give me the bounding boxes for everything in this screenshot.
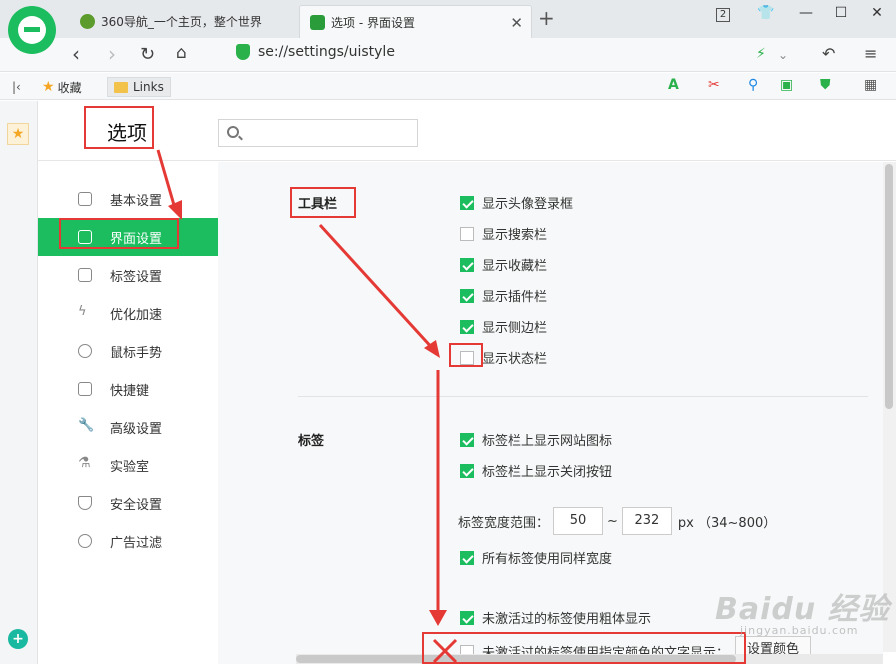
option-bold-inactive[interactable]: 未激活过的标签使用粗体显示 bbox=[460, 608, 651, 627]
scroll-thumb[interactable] bbox=[885, 164, 893, 409]
close-tab-icon[interactable]: ✕ bbox=[510, 14, 523, 32]
favorites-star-icon[interactable]: ★ bbox=[7, 123, 29, 145]
flask-icon: ⚗ bbox=[78, 455, 91, 471]
translate-icon[interactable]: A bbox=[668, 77, 679, 93]
mouse-icon bbox=[78, 344, 92, 358]
search-icon bbox=[227, 126, 239, 138]
option-tab-close-button[interactable]: 标签栏上显示关闭按钮 bbox=[460, 461, 612, 480]
folder-icon bbox=[114, 81, 128, 93]
checkbox[interactable] bbox=[460, 432, 474, 447]
shield-tool-icon[interactable]: ⛊ bbox=[820, 77, 831, 93]
menu-icon[interactable]: ≡ bbox=[864, 44, 877, 63]
gamepad-icon[interactable]: ▣ bbox=[780, 77, 793, 93]
search-tool-icon[interactable]: ⚲ bbox=[748, 77, 758, 93]
menu-item-advanced[interactable]: 🔧 高级设置 bbox=[38, 408, 218, 446]
add-icon[interactable]: + bbox=[8, 629, 28, 649]
wrench-icon bbox=[310, 14, 325, 30]
undo-icon[interactable]: ↶ bbox=[822, 44, 835, 63]
address-bar[interactable]: se://settings/uistyle bbox=[236, 44, 395, 60]
tab-icon bbox=[78, 268, 92, 282]
360-icon bbox=[80, 14, 95, 29]
settings-header: 选项 bbox=[38, 101, 896, 161]
back-button[interactable]: ‹ bbox=[72, 42, 80, 66]
section-tabs-title: 标签 bbox=[298, 434, 325, 449]
lightning-icon[interactable]: ⚡ bbox=[756, 46, 766, 62]
annotation-box-statusbar bbox=[449, 343, 483, 367]
tab-bar: 360导航_一个主页，整个世界 选项 - 界面设置 ✕ + 2 👕 — ☐ ✕ bbox=[0, 0, 896, 38]
wrench-icon: 🔧 bbox=[78, 418, 95, 433]
menu-item-tabs[interactable]: 标签设置 bbox=[38, 256, 218, 294]
option-show-plugins[interactable]: 显示插件栏 bbox=[460, 286, 547, 305]
checkbox[interactable] bbox=[460, 610, 474, 625]
gear-icon bbox=[78, 192, 92, 206]
url-text: se://settings/uistyle bbox=[258, 44, 395, 60]
menu-item-shortcut[interactable]: 快捷键 bbox=[38, 370, 218, 408]
option-show-avatar[interactable]: 显示头像登录框 bbox=[460, 193, 573, 212]
browser-window: 360导航_一个主页，整个世界 选项 - 界面设置 ✕ + 2 👕 — ☐ ✕ … bbox=[0, 0, 896, 664]
links-folder[interactable]: Links bbox=[107, 77, 171, 97]
checkbox[interactable] bbox=[460, 226, 474, 241]
shield-icon bbox=[78, 496, 92, 510]
menu-item-optimize[interactable]: ϟ 优化加速 bbox=[38, 294, 218, 332]
annotation-box-toolbar bbox=[290, 187, 356, 218]
minimize-button[interactable]: — bbox=[795, 5, 817, 21]
checkbox[interactable] bbox=[460, 257, 474, 272]
keyboard-icon bbox=[78, 382, 92, 396]
grid-icon[interactable]: ▦ bbox=[864, 77, 877, 93]
forward-button[interactable]: › bbox=[108, 42, 116, 66]
side-panel: ★ + bbox=[0, 101, 38, 664]
refresh-button[interactable]: ↻ bbox=[140, 44, 155, 65]
option-show-favorites[interactable]: 显示收藏栏 bbox=[460, 255, 547, 274]
menu-item-gesture[interactable]: 鼠标手势 bbox=[38, 332, 218, 370]
browser-logo[interactable] bbox=[8, 6, 56, 54]
home-button[interactable]: ⌂ bbox=[176, 43, 187, 63]
maximize-button[interactable]: ☐ bbox=[830, 5, 852, 21]
tab-label: 选项 - 界面设置 bbox=[331, 15, 415, 30]
tab-width-min-input[interactable]: 50 bbox=[553, 507, 604, 535]
checkbox[interactable] bbox=[460, 195, 474, 210]
security-shield-icon bbox=[236, 44, 250, 60]
tab-label: 360导航_一个主页，整个世界 bbox=[101, 15, 262, 29]
checkbox[interactable] bbox=[460, 463, 474, 478]
chevron-down-icon[interactable]: ⌄ bbox=[778, 48, 788, 62]
tab-settings[interactable]: 选项 - 界面设置 ✕ bbox=[299, 5, 532, 38]
annotation-box-color-option bbox=[422, 632, 746, 664]
watermark: Baidu 经验 bbox=[715, 592, 890, 627]
checkbox[interactable] bbox=[460, 319, 474, 334]
tab-count-badge[interactable]: 2 bbox=[716, 8, 730, 22]
annotation-box-ui-menu bbox=[59, 218, 179, 249]
menu-item-adblock[interactable]: 广告过滤 bbox=[38, 522, 218, 560]
menu-item-basic[interactable]: 基本设置 bbox=[38, 180, 218, 218]
shirt-skin-icon[interactable]: 👕 bbox=[755, 5, 777, 21]
navigation-bar: ‹ › ↻ ⌂ se://settings/uistyle ⚡ ⌄ ↶ ≡ bbox=[0, 38, 896, 72]
option-same-width[interactable]: 所有标签使用同样宽度 bbox=[460, 548, 612, 567]
scissors-icon[interactable]: ✂ bbox=[708, 77, 720, 93]
annotation-box-title bbox=[84, 106, 154, 149]
option-show-search[interactable]: 显示搜索栏 bbox=[460, 224, 547, 243]
option-tab-favicon[interactable]: 标签栏上显示网站图标 bbox=[460, 430, 612, 449]
bookmark-bar: |‹ ★ 收藏 Links A ✂ ⚲ ▣ ⛊ ▦ bbox=[0, 73, 896, 100]
menu-item-lab[interactable]: ⚗ 实验室 bbox=[38, 446, 218, 484]
section-divider bbox=[298, 396, 868, 397]
menu-item-security[interactable]: 安全设置 bbox=[38, 484, 218, 522]
sidebar-toggle-icon[interactable]: |‹ bbox=[12, 77, 21, 97]
favorites-button[interactable]: ★ 收藏 bbox=[42, 77, 82, 97]
block-icon bbox=[78, 534, 92, 548]
watermark-sub: jingyan.baidu.com bbox=[740, 624, 859, 637]
vertical-scrollbar[interactable] bbox=[883, 162, 896, 652]
tab-360-nav[interactable]: 360导航_一个主页，整个世界 bbox=[70, 5, 295, 38]
lightning-icon: ϟ bbox=[78, 304, 87, 319]
option-show-sidebar[interactable]: 显示侧边栏 bbox=[460, 317, 547, 336]
checkbox[interactable] bbox=[460, 550, 474, 565]
checkbox[interactable] bbox=[460, 288, 474, 303]
star-icon: ★ bbox=[42, 79, 55, 95]
close-window-button[interactable]: ✕ bbox=[866, 5, 888, 21]
new-tab-button[interactable]: + bbox=[538, 6, 555, 30]
tab-width-max-input[interactable]: 232 bbox=[621, 507, 672, 535]
tab-width-range: 标签宽度范围： 50 ~ 232 px （34~800） bbox=[458, 507, 776, 535]
settings-search-input[interactable] bbox=[218, 119, 418, 147]
